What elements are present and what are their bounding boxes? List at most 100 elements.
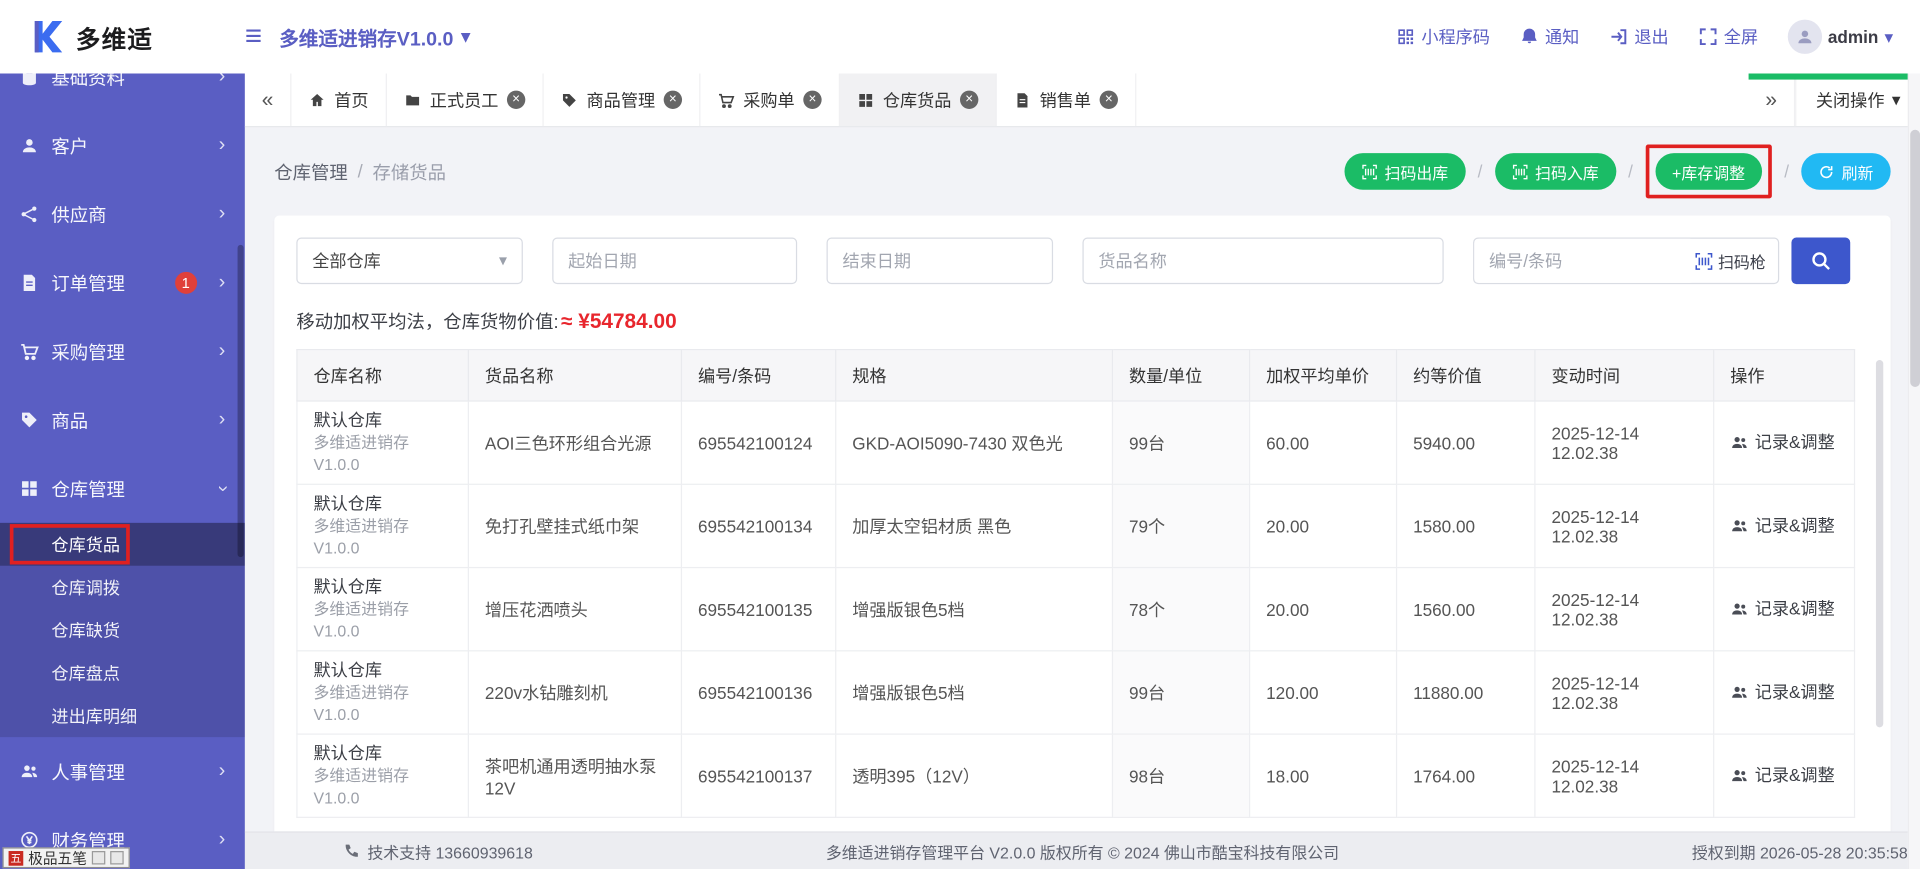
tab-close-icon[interactable]: × (507, 91, 525, 109)
refresh-button[interactable]: 刷新 (1801, 153, 1890, 190)
warehouse-select[interactable]: 全部仓库 ▾ (296, 238, 523, 285)
table-row: 默认仓库多维适进销存V1.0.0 增压花洒喷头 695542100135 增强版… (297, 568, 1855, 651)
order-doc-icon (20, 273, 40, 293)
tab-sales-order[interactable]: 销售单 × (997, 73, 1137, 126)
fullscreen-button[interactable]: 全屏 (1698, 24, 1758, 48)
sidebar-subitem-inout-detail[interactable]: 进出库明细 (0, 694, 245, 737)
sidebar-item-hr[interactable]: 人事管理 › (0, 737, 245, 806)
record-adjust-link[interactable]: 记录&调整 (1730, 763, 1835, 787)
sidebar-subitem-warehouse-shortage[interactable]: 仓库缺货 (0, 609, 245, 652)
table-row: 默认仓库多维适进销存V1.0.0 220v水钻雕刻机 695542100136 … (297, 651, 1855, 734)
ime-punctuation-icon[interactable] (92, 851, 105, 864)
cell-value: 1580.00 (1397, 484, 1535, 567)
tabs-scroll-right-button[interactable]: » (1749, 73, 1796, 126)
order-count-badge: 1 (175, 272, 197, 294)
table-scrollbar[interactable] (1876, 360, 1883, 727)
tab-purchase-order[interactable]: 采购单 × (700, 73, 840, 126)
cell-code: 695542100135 (681, 568, 835, 651)
cell-price: 20.00 (1250, 484, 1397, 567)
sidebar-item-label: 供应商 (51, 201, 106, 227)
cell-value: 11880.00 (1397, 651, 1535, 734)
col-name: 货品名称 (468, 350, 681, 401)
stock-adjust-button[interactable]: +库存调整 (1655, 153, 1762, 190)
tab-close-icon[interactable]: × (1100, 91, 1118, 109)
page-actions: 扫码出库 / 扫码入库 / +库存调整 / (1344, 144, 1891, 198)
code-input-group: 扫码枪 (1473, 238, 1779, 285)
sidebar-item-goods[interactable]: 商品 › (0, 386, 245, 455)
sidebar-subitem-warehouse-transfer[interactable]: 仓库调拨 (0, 566, 245, 609)
record-adjust-link[interactable]: 记录&调整 (1730, 597, 1835, 621)
code-input[interactable] (1474, 239, 1694, 283)
ime-keyboard-icon[interactable] (110, 851, 123, 864)
cell-price: 20.00 (1250, 568, 1397, 651)
tabs-scroll-left-button[interactable]: « (245, 73, 292, 126)
record-adjust-link[interactable]: 记录&调整 (1730, 680, 1835, 704)
table-row: 默认仓库多维适进销存V1.0.0 AOI三色环形组合光源 69554210012… (297, 401, 1855, 484)
notifications-button[interactable]: 通知 (1519, 24, 1579, 48)
page-scrollbar[interactable] (1908, 73, 1920, 869)
tab-close-icon[interactable]: × (803, 91, 821, 109)
sidebar-item-warehouse[interactable]: 仓库管理 › (0, 454, 245, 523)
app-title[interactable]: 多维适进销存V1.0.0 ▾ (279, 22, 470, 51)
col-price: 加权平均单价 (1250, 350, 1397, 401)
tab-close-icon[interactable]: × (960, 91, 978, 109)
hamburger-menu-icon[interactable]: ≡ (245, 22, 262, 51)
sidebar-subitem-label: 仓库盘点 (51, 661, 120, 685)
caret-down-icon: ▾ (499, 251, 507, 271)
logout-button[interactable]: 退出 (1609, 24, 1669, 48)
tab-label: 首页 (334, 88, 368, 112)
page-scrollbar-thumb[interactable] (1910, 130, 1920, 387)
sidebar-item-basic-data[interactable]: 基础资料 › (0, 73, 245, 111)
qr-code-icon (1396, 27, 1416, 47)
people-icon (1730, 766, 1748, 784)
sidebar-item-orders[interactable]: 订单管理 1 › (0, 249, 245, 318)
cell-spec: 增强版银色5档 (836, 651, 1113, 734)
stock-adjust-label: +库存调整 (1672, 160, 1745, 183)
sidebar-item-customers[interactable]: 客户 › (0, 111, 245, 180)
sidebar-subitem-label: 进出库明细 (51, 703, 137, 727)
start-date-input[interactable] (552, 238, 797, 285)
sidebar-item-label: 基础资料 (51, 73, 124, 90)
record-adjust-link[interactable]: 记录&调整 (1730, 513, 1835, 537)
scan-in-button[interactable]: 扫码入库 (1495, 153, 1616, 190)
tab-bar: « 首页 正式员工 × 商品管理 × 采购单 (245, 73, 1920, 127)
sidebar-scrollbar[interactable] (238, 245, 244, 557)
end-date-input[interactable] (827, 238, 1054, 285)
cell-warehouse: 默认仓库多维适进销存V1.0.0 (297, 401, 468, 484)
user-menu[interactable]: admin ▾ (1787, 20, 1893, 54)
summary-value: ≈ ¥54784.00 (561, 309, 677, 333)
tab-employees[interactable]: 正式员工 × (387, 73, 544, 126)
logout-icon (1609, 27, 1629, 47)
sidebar-item-purchasing[interactable]: 采购管理 › (0, 317, 245, 386)
close-operations-dropdown[interactable]: 关闭操作 ▾ (1795, 73, 1920, 126)
cart-icon (718, 91, 735, 108)
summary-label: 移动加权平均法，仓库货物价值: (296, 309, 558, 335)
col-time: 变动时间 (1535, 350, 1714, 401)
scan-gun-toggle[interactable]: 扫码枪 (1695, 249, 1766, 272)
scan-out-button[interactable]: 扫码出库 (1344, 153, 1465, 190)
tab-home[interactable]: 首页 (291, 73, 387, 126)
breadcrumb-parent[interactable]: 仓库管理 (274, 159, 347, 185)
cell-warehouse: 默认仓库多维适进销存V1.0.0 (297, 734, 468, 817)
page-content: 仓库管理 / 存储货品 扫码出库 / 扫码入库 (245, 127, 1920, 831)
tab-warehouse-goods[interactable]: 仓库货品 × (840, 73, 997, 126)
warehouse-sub: 多维适进销存V1.0.0 (313, 682, 451, 726)
col-code: 编号/条码 (681, 350, 835, 401)
sidebar-item-label: 采购管理 (51, 339, 124, 365)
search-button[interactable] (1791, 238, 1850, 285)
cell-value: 1764.00 (1397, 734, 1535, 817)
record-adjust-link[interactable]: 记录&调整 (1730, 430, 1835, 454)
sidebar-item-suppliers[interactable]: 供应商 › (0, 180, 245, 249)
warehouse-goods-card: 全部仓库 ▾ 扫码枪 (274, 216, 1890, 832)
miniprogram-qr-button[interactable]: 小程序码 (1396, 24, 1490, 48)
cell-name: 增压花洒喷头 (468, 568, 681, 651)
sidebar-subitem-warehouse-stocktake[interactable]: 仓库盘点 (0, 651, 245, 694)
tab-close-icon[interactable]: × (664, 91, 682, 109)
sidebar-subitem-label: 仓库缺货 (51, 618, 120, 642)
tab-goods-management[interactable]: 商品管理 × (544, 73, 701, 126)
goods-name-input[interactable] (1082, 238, 1443, 285)
sidebar-subitem-warehouse-goods[interactable]: 仓库货品 (0, 523, 245, 566)
ime-toolbar[interactable]: 五 极品五笔 (2, 847, 129, 868)
scan-in-label: 扫码入库 (1535, 160, 1599, 183)
grid-icon (20, 479, 40, 499)
